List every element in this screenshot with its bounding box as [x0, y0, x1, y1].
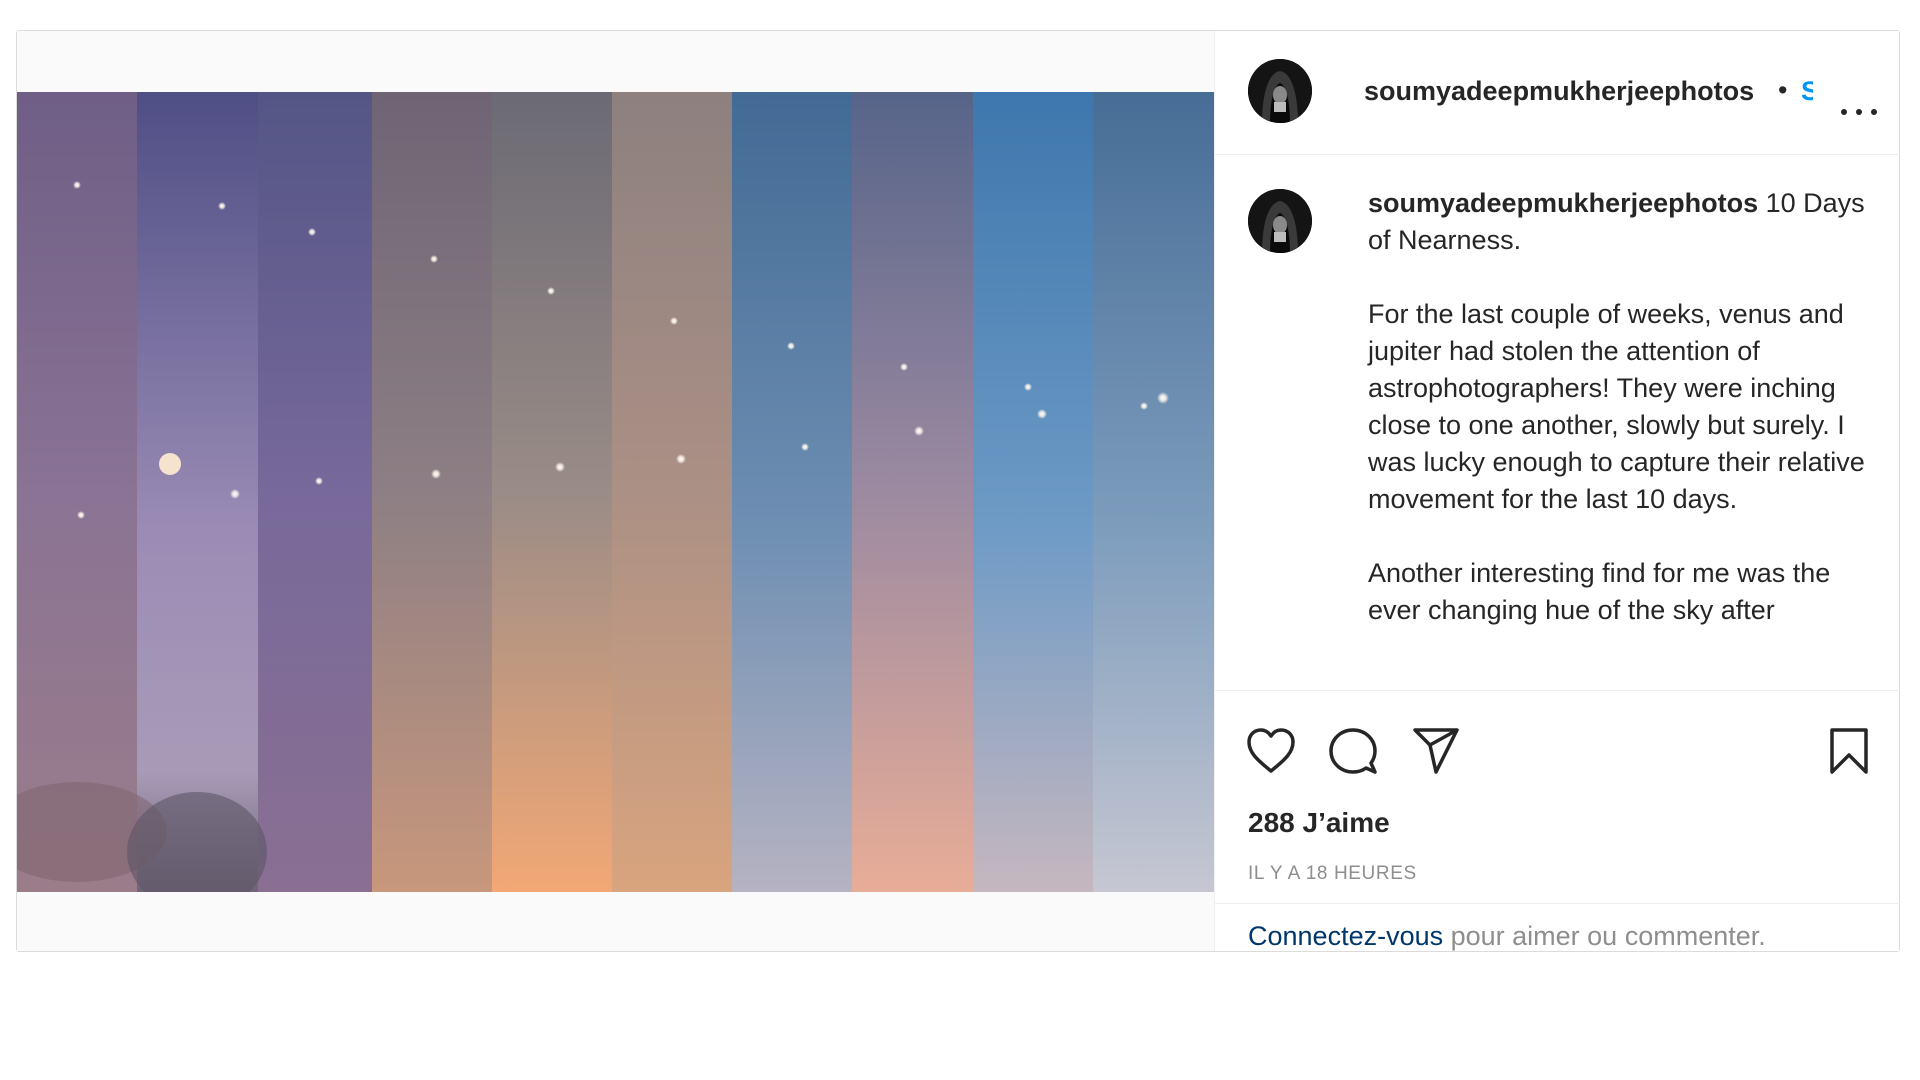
caption-text: soumyadeepmukherjeephotos 10 Days of Nea… — [1368, 185, 1868, 666]
post-media[interactable] — [17, 31, 1214, 951]
star — [431, 469, 441, 479]
login-rest: pour aimer ou commenter. — [1443, 921, 1766, 951]
login-text: Connectez-vous pour aimer ou commenter. — [1248, 921, 1766, 952]
star — [547, 287, 555, 295]
sky-strip — [17, 92, 137, 892]
follow-button[interactable]: S — [1801, 76, 1813, 107]
post-timestamp[interactable]: IL Y A 18 HEURES — [1248, 863, 1417, 885]
star — [900, 363, 908, 371]
sky-strip — [137, 92, 258, 892]
caption-paragraph: Another interesting find for me was the … — [1368, 558, 1831, 625]
sky-strip — [258, 92, 372, 892]
header-separator: • — [1778, 75, 1788, 105]
sky-strip — [973, 92, 1093, 892]
post-sidebar: soumyadeepmukherjeephotos • S soumyadeep… — [1214, 31, 1900, 951]
star — [914, 426, 924, 436]
star — [77, 511, 85, 519]
post-caption: soumyadeepmukherjeephotos 10 Days of Nea… — [1215, 155, 1900, 690]
star — [1024, 383, 1032, 391]
sky-strip — [612, 92, 732, 892]
star — [801, 443, 809, 451]
sky-strip — [1093, 92, 1214, 892]
comment-bubble-icon[interactable] — [1329, 727, 1377, 775]
post-photo — [17, 92, 1214, 892]
hooded-figure-avatar-icon — [1248, 189, 1312, 253]
login-prompt: Connectez-vous pour aimer ou commenter. — [1215, 903, 1900, 952]
more-dots-icon[interactable] — [1841, 109, 1877, 121]
star — [218, 202, 226, 210]
paper-plane-icon[interactable] — [1412, 727, 1460, 775]
star — [230, 489, 240, 499]
sky-strip — [492, 92, 612, 892]
star — [73, 181, 81, 189]
star — [430, 255, 438, 263]
login-link[interactable]: Connectez-vous — [1248, 921, 1443, 951]
sky-strip — [372, 92, 492, 892]
star — [670, 317, 678, 325]
post-header: soumyadeepmukherjeephotos • S — [1215, 31, 1900, 155]
instagram-post: soumyadeepmukherjeephotos • S soumyadeep… — [16, 30, 1900, 952]
star — [315, 477, 323, 485]
bookmark-icon[interactable] — [1829, 727, 1869, 775]
star — [1140, 402, 1148, 410]
star — [555, 462, 565, 472]
header-username[interactable]: soumyadeepmukherjeephotos — [1364, 76, 1754, 107]
avatar[interactable] — [1248, 59, 1312, 123]
caption-username[interactable]: soumyadeepmukherjeephotos — [1368, 188, 1758, 218]
avatar[interactable] — [1248, 189, 1312, 253]
star — [1037, 409, 1047, 419]
star — [787, 342, 795, 350]
like-count[interactable]: 288 J’aime — [1248, 807, 1390, 839]
post-actions: 288 J’aime IL Y A 18 HEURES Connectez-vo… — [1215, 690, 1900, 951]
star — [1157, 392, 1169, 404]
hooded-figure-avatar-icon — [1248, 59, 1312, 123]
sky-strip — [732, 92, 852, 892]
star — [676, 454, 686, 464]
moon — [159, 453, 181, 475]
sky-strip — [852, 92, 973, 892]
caption-paragraph: For the last couple of weeks, venus and … — [1368, 299, 1865, 514]
star — [308, 228, 316, 236]
heart-icon[interactable] — [1246, 727, 1296, 775]
